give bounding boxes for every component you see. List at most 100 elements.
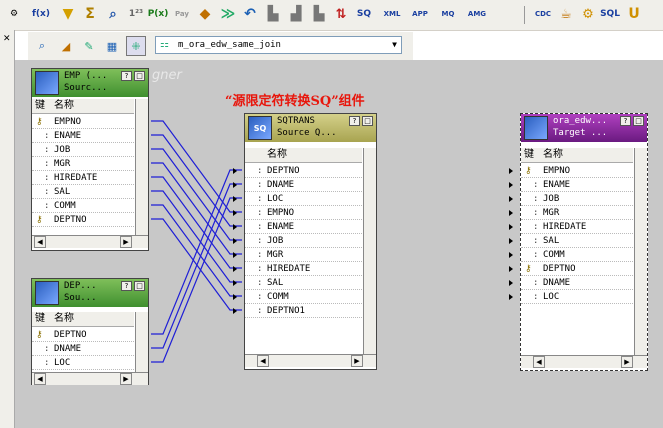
port-row[interactable]: : COMM xyxy=(509,248,633,262)
port-row[interactable]: : SAL xyxy=(509,234,633,248)
port-row[interactable]: ⚷ EMPNO xyxy=(509,164,633,178)
port-row[interactable]: : JOB xyxy=(32,143,144,157)
port-row[interactable]: ⚷ DEPTNO xyxy=(32,328,144,342)
port-row[interactable]: : LOC xyxy=(509,290,633,304)
maximize-button[interactable]: □ xyxy=(134,71,145,81)
input-port-arrow-icon[interactable] xyxy=(233,182,237,188)
scroll-left-icon[interactable]: ◀ xyxy=(533,356,545,368)
port-marker-icon: : xyxy=(44,145,50,155)
input-port-arrow-icon[interactable] xyxy=(509,266,513,272)
input-port-arrow-icon[interactable] xyxy=(233,294,237,300)
port-name: MGR xyxy=(267,250,284,260)
port-row[interactable]: : DEPTNO xyxy=(233,164,372,178)
scroll-left-icon[interactable]: ◀ xyxy=(34,236,46,248)
port-row[interactable]: ⚷ DEPTNO xyxy=(32,213,144,227)
port-row[interactable]: ⚷ DEPTNO xyxy=(509,262,633,276)
port-link[interactable] xyxy=(151,120,242,213)
help-button[interactable]: ? xyxy=(349,116,360,126)
port-link[interactable] xyxy=(151,190,242,283)
target-header[interactable]: ora_edw... Target ... ? □ xyxy=(521,114,647,142)
port-row[interactable]: : DEPTNO1 xyxy=(233,304,372,318)
port-row[interactable]: : DNAME xyxy=(233,178,372,192)
port-link[interactable] xyxy=(151,162,242,255)
port-row[interactable]: : LOC xyxy=(32,356,144,370)
input-port-arrow-icon[interactable] xyxy=(233,168,237,174)
scroll-right-icon[interactable]: ▶ xyxy=(621,356,633,368)
port-row[interactable]: : SAL xyxy=(233,276,372,290)
port-row[interactable]: : ENAME xyxy=(32,129,144,143)
input-port-arrow-icon[interactable] xyxy=(233,224,237,230)
input-port-arrow-icon[interactable] xyxy=(233,210,237,216)
port-row[interactable]: : COMM xyxy=(233,290,372,304)
vertical-scrollbar[interactable] xyxy=(634,148,647,355)
port-name: SAL xyxy=(54,187,71,197)
port-row[interactable]: : JOB xyxy=(233,234,372,248)
port-row[interactable]: : ENAME xyxy=(233,220,372,234)
input-port-arrow-icon[interactable] xyxy=(509,252,513,258)
port-row[interactable]: : SAL xyxy=(32,185,144,199)
source-header[interactable]: DEP... Sou... ? □ xyxy=(32,279,148,307)
input-port-arrow-icon[interactable] xyxy=(509,280,513,286)
scroll-right-icon[interactable]: ▶ xyxy=(120,373,132,385)
input-port-arrow-icon[interactable] xyxy=(233,238,237,244)
port-name: JOB xyxy=(54,145,71,155)
scroll-right-icon[interactable]: ▶ xyxy=(351,355,363,367)
input-port-arrow-icon[interactable] xyxy=(509,182,513,188)
help-button[interactable]: ? xyxy=(620,116,631,126)
input-port-arrow-icon[interactable] xyxy=(509,294,513,300)
port-row[interactable]: : JOB xyxy=(509,192,633,206)
port-row[interactable]: : DNAME xyxy=(32,342,144,356)
port-row[interactable]: ⚷ EMPNO xyxy=(32,115,144,129)
port-row[interactable]: : MGR xyxy=(32,157,144,171)
input-port-arrow-icon[interactable] xyxy=(233,266,237,272)
input-port-arrow-icon[interactable] xyxy=(233,280,237,286)
source-qualifier-header[interactable]: SQ SQTRANS Source Q... ? □ xyxy=(245,114,376,142)
scroll-left-icon[interactable]: ◀ xyxy=(34,373,46,385)
port-name: EMPNO xyxy=(543,166,571,176)
input-port-arrow-icon[interactable] xyxy=(233,252,237,258)
input-port-arrow-icon[interactable] xyxy=(509,168,513,174)
maximize-button[interactable]: □ xyxy=(362,116,373,126)
port-row[interactable]: : DNAME xyxy=(509,276,633,290)
source-qualifier[interactable]: SQ SQTRANS Source Q... ? □ 名称 : DEPTNO: DN… xyxy=(233,113,377,370)
maximize-button[interactable]: □ xyxy=(633,116,644,126)
port-name: LOC xyxy=(543,292,560,302)
source-emp[interactable]: EMP (... Sourc... ? □ 键 名称 ⚷ EMPNO: ENAME:… xyxy=(31,68,149,251)
source-header[interactable]: EMP (... Sourc... ? □ xyxy=(32,69,148,97)
port-link[interactable] xyxy=(151,176,242,269)
source-dept[interactable]: DEP... Sou... ? □ 键 名称 ⚷ DEPTNO: DNAME: LOC… xyxy=(31,278,149,385)
port-row[interactable]: : HIREDATE xyxy=(509,220,633,234)
port-row[interactable]: : HIREDATE xyxy=(233,262,372,276)
input-port-arrow-icon[interactable] xyxy=(233,308,237,314)
horizontal-scrollbar[interactable]: ◀ ▶ xyxy=(32,372,148,385)
input-port-arrow-icon[interactable] xyxy=(233,196,237,202)
vertical-scrollbar[interactable] xyxy=(363,148,376,354)
help-button[interactable]: ? xyxy=(121,281,132,291)
port-row[interactable]: : HIREDATE xyxy=(32,171,144,185)
port-row[interactable]: : EMPNO xyxy=(233,206,372,220)
target-definition[interactable]: ora_edw... Target ... ? □ 键 名称 ⚷ EMPNO: EN… xyxy=(509,113,648,371)
scroll-left-icon[interactable]: ◀ xyxy=(257,355,269,367)
horizontal-scrollbar[interactable]: ◀ ▶ xyxy=(521,355,647,368)
scroll-right-icon[interactable]: ▶ xyxy=(120,236,132,248)
port-row[interactable]: : MGR xyxy=(509,206,633,220)
port-link[interactable] xyxy=(151,134,242,227)
help-button[interactable]: ? xyxy=(121,71,132,81)
port-marker-icon: : xyxy=(44,159,50,169)
port-row[interactable]: : COMM xyxy=(32,199,144,213)
input-port-arrow-icon[interactable] xyxy=(509,196,513,202)
input-port-arrow-icon[interactable] xyxy=(509,210,513,216)
horizontal-scrollbar[interactable]: ◀ ▶ xyxy=(245,354,376,367)
port-name: EMPNO xyxy=(54,117,82,127)
input-port-arrow-icon[interactable] xyxy=(509,224,513,230)
input-port-arrow-icon[interactable] xyxy=(509,238,513,244)
horizontal-scrollbar[interactable]: ◀ ▶ xyxy=(32,235,148,248)
port-name: DNAME xyxy=(543,278,571,288)
vertical-scrollbar[interactable] xyxy=(135,312,148,372)
port-row[interactable]: : LOC xyxy=(233,192,372,206)
port-link[interactable] xyxy=(151,148,242,241)
maximize-button[interactable]: □ xyxy=(134,281,145,291)
vertical-scrollbar[interactable] xyxy=(135,99,148,235)
port-row[interactable]: : MGR xyxy=(233,248,372,262)
port-row[interactable]: : ENAME xyxy=(509,178,633,192)
